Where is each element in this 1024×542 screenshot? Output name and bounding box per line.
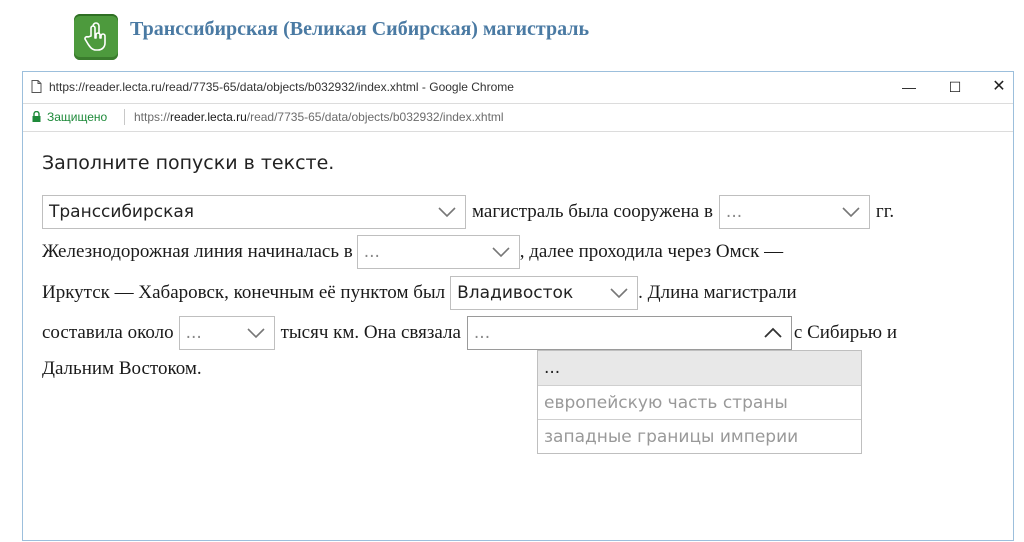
page-icon bbox=[31, 80, 42, 96]
dropdown-value: ... bbox=[185, 323, 202, 343]
dropdown-length[interactable]: ... bbox=[178, 316, 275, 350]
dropdown-railway-name[interactable]: Транссибирская bbox=[42, 195, 466, 229]
close-button[interactable]: ✕ bbox=[985, 77, 1013, 97]
text-segment: Железнодорожная линия начиналась в bbox=[42, 241, 353, 262]
chevron-down-icon bbox=[437, 204, 457, 224]
address-separator bbox=[124, 109, 125, 125]
url-path: /read/7735-65/data/objects/b032932/index… bbox=[246, 110, 504, 124]
window-title: https://reader.lecta.ru/read/7735-65/dat… bbox=[49, 80, 514, 94]
text-segment: тысяч км. Она связала bbox=[280, 322, 461, 343]
minimize-button[interactable]: — bbox=[895, 77, 923, 97]
dropdown-value: Транссибирская bbox=[49, 202, 195, 222]
address-bar[interactable]: Защищено https://reader.lecta.ru/read/77… bbox=[23, 103, 1013, 132]
text-line-3: Иркутск — Хабаровск, конечным её пунктом… bbox=[42, 275, 797, 311]
lock-icon bbox=[32, 110, 41, 125]
dropdown-years[interactable]: ... bbox=[718, 195, 870, 229]
secure-label: Защищено bbox=[47, 110, 108, 124]
text-line-5: Дальним Востоком. bbox=[42, 351, 202, 387]
page-header: Транссибирская (Великая Сибирская) магис… bbox=[0, 0, 1024, 66]
text-segment: составила около bbox=[42, 322, 174, 343]
dropdown-region[interactable]: ... bbox=[466, 316, 792, 350]
text-segment: Иркутск — Хабаровск, конечным её пунктом… bbox=[42, 282, 446, 303]
dropdown-options-list: ... европейскую часть страны западные гр… bbox=[537, 350, 862, 454]
text-segment: магистраль была сооружена в bbox=[472, 201, 713, 222]
touch-app-icon[interactable] bbox=[74, 14, 118, 60]
instruction-text: Заполните попуски в тексте. bbox=[42, 152, 335, 174]
dropdown-value: ... bbox=[725, 202, 743, 222]
url-prefix: https:// bbox=[134, 110, 171, 124]
url-host: reader.lecta.ru bbox=[170, 110, 247, 124]
dropdown-option[interactable]: европейскую часть страны bbox=[538, 385, 861, 419]
window-titlebar: https://reader.lecta.ru/read/7735-65/dat… bbox=[23, 72, 1013, 102]
text-segment: с Сибирью и bbox=[793, 322, 898, 343]
text-segment: . Длина магистрали bbox=[638, 282, 797, 303]
url-text[interactable]: https://reader.lecta.ru/read/7735-65/dat… bbox=[134, 110, 504, 124]
dropdown-value: ... bbox=[363, 242, 380, 262]
chevron-down-icon bbox=[609, 285, 629, 305]
page-title: Транссибирская (Великая Сибирская) магис… bbox=[130, 18, 590, 40]
text-line-1: Транссибирская магистраль была сооружена… bbox=[42, 194, 894, 230]
dropdown-start-city[interactable]: ... bbox=[356, 235, 520, 269]
maximize-button[interactable]: ☐ bbox=[941, 77, 969, 97]
text-segment: гг. bbox=[875, 201, 895, 222]
chevron-down-icon bbox=[246, 325, 266, 345]
text-line-2: Железнодорожная линия начиналась в ... ,… bbox=[42, 234, 783, 270]
dropdown-value: Владивосток bbox=[457, 283, 574, 303]
dropdown-value: ... bbox=[473, 323, 491, 343]
dropdown-option[interactable]: западные границы империи bbox=[538, 419, 861, 453]
exercise-content: Заполните попуски в тексте. Транссибирск… bbox=[23, 132, 1013, 542]
chevron-down-icon bbox=[491, 244, 511, 264]
dropdown-option[interactable]: ... bbox=[538, 351, 861, 385]
chevron-up-icon bbox=[763, 325, 783, 345]
text-line-4: составила около ... тысяч км. Она связал… bbox=[42, 315, 897, 351]
text-segment: Дальним Востоком. bbox=[42, 358, 202, 379]
dropdown-end-city[interactable]: Владивосток bbox=[450, 276, 639, 310]
chrome-window: https://reader.lecta.ru/read/7735-65/dat… bbox=[22, 71, 1014, 541]
chevron-down-icon bbox=[841, 204, 861, 224]
text-segment: , далее проходила через Омск — bbox=[519, 241, 784, 262]
